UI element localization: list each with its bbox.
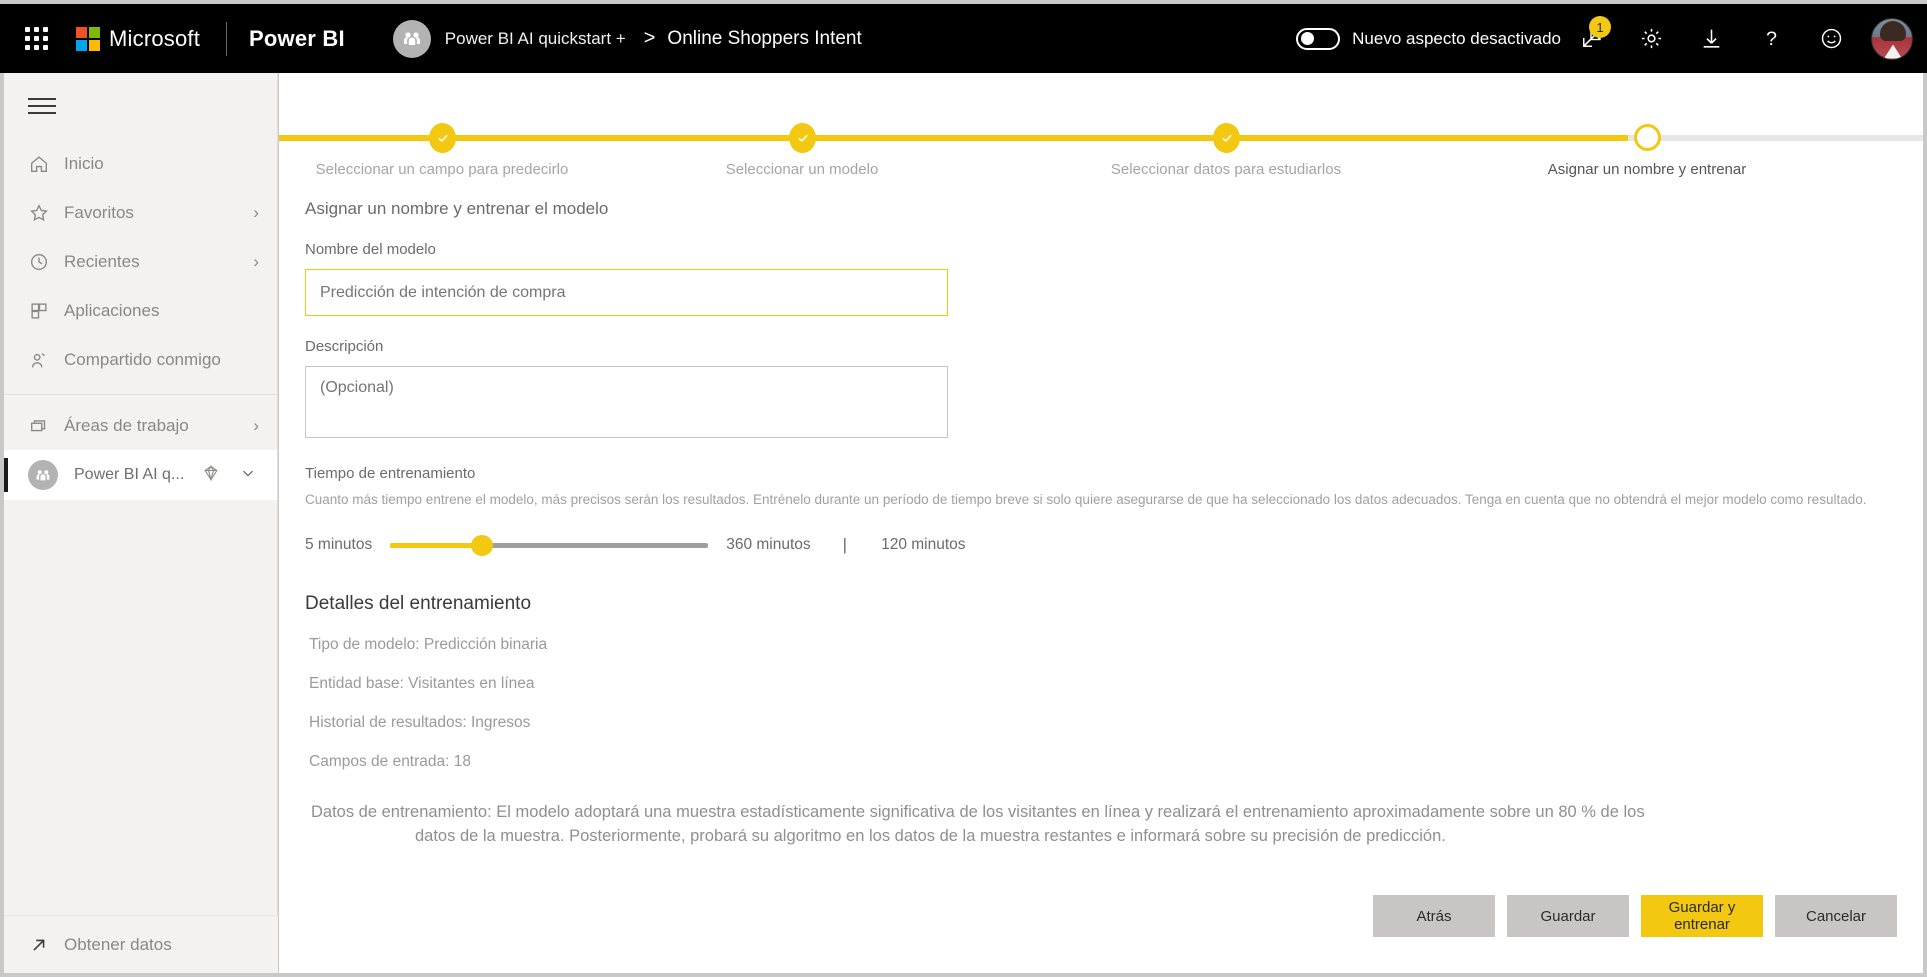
save-button[interactable]: Guardar <box>1507 895 1629 937</box>
check-icon <box>789 123 816 153</box>
workspaces-stack-icon <box>28 415 64 437</box>
model-name-input[interactable] <box>305 269 948 316</box>
slider-thumb[interactable] <box>471 534 494 556</box>
svg-text:?: ? <box>1765 28 1776 50</box>
workspace-group-icon <box>28 460 58 490</box>
back-button[interactable]: Atrás <box>1373 895 1495 937</box>
training-time-slider-row: 5 minutos 360 minutos | 120 minutos <box>305 534 1923 556</box>
training-details-title: Detalles del entrenamiento <box>305 593 532 614</box>
stepper-step-label: Seleccionar datos para estudiarlos <box>1110 161 1342 178</box>
stepper-track <box>279 135 1923 141</box>
stepper-step-label: Seleccionar un campo para predecirlo <box>315 161 569 178</box>
hamburger-menu-icon[interactable] <box>4 73 277 139</box>
training-time-title: Tiempo de entrenamiento <box>305 465 476 482</box>
notification-badge: 1 <box>1589 16 1611 38</box>
training-data-note: Datos de entrenamiento: El modelo adopta… <box>311 801 1923 849</box>
gear-icon[interactable] <box>1621 4 1681 73</box>
sidebar-item-inicio[interactable]: Inicio <box>4 139 277 188</box>
top-navigation-bar: Microsoft Power BI Power BI AI quickstar… <box>0 4 1927 73</box>
sidebar-active-workspace[interactable]: Power BI AI q... <box>4 450 277 500</box>
active-indicator <box>4 458 8 492</box>
sidebar-item-label: Áreas de trabajo <box>64 415 189 435</box>
sidebar-item-aplicaciones[interactable]: Aplicaciones <box>4 286 277 335</box>
training-data-note-line2: datos de la muestra. Posteriormente, pro… <box>415 826 1446 845</box>
check-icon <box>429 123 456 153</box>
stepper-step-label: Seleccionar un modelo <box>725 161 879 178</box>
sidebar: Inicio Favoritos › Recientes › Aplicacio… <box>4 73 278 973</box>
slider-fill <box>390 542 483 548</box>
new-look-toggle-label: Nuevo aspecto desactivado <box>1352 28 1561 48</box>
detail-outcome-history: Historial de resultados: Ingresos <box>309 714 531 731</box>
chevron-right-icon[interactable]: › <box>253 203 259 223</box>
star-icon <box>28 202 64 224</box>
wizard-stepper: Seleccionar un campo para predecirlo Sel… <box>279 91 1923 178</box>
sidebar-item-compartido-conmigo[interactable]: Compartido conmigo <box>4 335 277 384</box>
product-title[interactable]: Power BI <box>249 26 345 52</box>
help-icon[interactable]: ? <box>1741 4 1801 73</box>
arrow-up-right-icon <box>28 934 64 956</box>
microsoft-wordmark: Microsoft <box>109 25 201 51</box>
sidebar-item-label: Recientes <box>64 251 140 271</box>
check-icon <box>1213 123 1240 153</box>
diamond-icon <box>201 463 221 488</box>
avatar[interactable] <box>1871 17 1913 60</box>
chevron-right-icon[interactable]: › <box>253 252 259 272</box>
sidebar-divider <box>4 394 277 395</box>
main-content: Seleccionar un campo para predecirlo Sel… <box>279 73 1923 973</box>
workspace-group-icon <box>392 19 431 58</box>
description-textarea[interactable] <box>305 366 948 438</box>
feedback-smiley-icon[interactable] <box>1801 4 1861 73</box>
breadcrumb-separator-icon: > <box>643 27 656 49</box>
clock-icon <box>28 251 64 273</box>
apps-grid-icon <box>28 300 64 322</box>
stepper-progress-fill <box>279 135 1629 141</box>
active-workspace-label: Power BI AI q... <box>74 466 185 483</box>
sidebar-item-label: Inicio <box>64 153 104 173</box>
download-icon[interactable] <box>1681 4 1741 73</box>
home-icon <box>28 153 64 175</box>
stepper-step-label: Asignar un nombre y entrenar <box>1547 161 1747 178</box>
get-data-label: Obtener datos <box>64 934 172 954</box>
sidebar-item-label: Aplicaciones <box>64 300 160 320</box>
sidebar-item-recientes[interactable]: Recientes › <box>4 237 277 286</box>
model-name-label: Nombre del modelo <box>305 241 436 258</box>
detail-input-fields: Campos de entrada: 18 <box>309 753 471 770</box>
page-title: Asignar un nombre y entrenar el modelo <box>305 199 609 218</box>
cancel-button[interactable]: Cancelar <box>1775 895 1897 937</box>
slider-separator: | <box>842 535 848 554</box>
training-data-note-line1: Datos de entrenamiento: El modelo adopta… <box>311 803 1645 821</box>
current-step-circle-icon <box>1634 124 1661 151</box>
training-time-help-text: Cuanto más tiempo entrene el modelo, más… <box>305 492 1867 507</box>
sidebar-item-areas-de-trabajo[interactable]: Áreas de trabajo › <box>4 401 277 450</box>
microsoft-logo[interactable]: Microsoft <box>76 26 200 52</box>
breadcrumb-workspace[interactable]: Power BI AI quickstart + <box>445 29 626 49</box>
chevron-down-icon[interactable] <box>239 464 257 487</box>
sidebar-item-label: Compartido conmigo <box>64 349 221 369</box>
window-bottom-edge <box>0 973 1927 977</box>
form-action-buttons: Atrás Guardar Guardar y entrenar Cancela… <box>1361 895 1897 937</box>
breadcrumb: Power BI AI quickstart + > Online Shoppe… <box>392 19 862 58</box>
shared-person-icon <box>28 349 64 371</box>
sidebar-item-label: Favoritos <box>64 202 134 222</box>
training-time-slider[interactable] <box>390 534 709 556</box>
save-and-train-button[interactable]: Guardar y entrenar <box>1641 895 1763 937</box>
header-divider <box>226 21 228 56</box>
breadcrumb-current-item[interactable]: Online Shoppers Intent <box>667 28 861 50</box>
chevron-right-icon[interactable]: › <box>253 416 259 436</box>
description-label: Descripción <box>305 338 384 355</box>
detail-model-type: Tipo de modelo: Predicción binaria <box>309 636 548 653</box>
expand-icon[interactable]: 1 <box>1561 4 1621 73</box>
microsoft-squares-icon <box>76 26 100 51</box>
sidebar-item-favoritos[interactable]: Favoritos › <box>4 188 277 237</box>
new-look-toggle[interactable]: Nuevo aspecto desactivado <box>1296 27 1561 50</box>
header-actions: Nuevo aspecto desactivado 1 ? <box>1296 4 1927 73</box>
detail-base-entity: Entidad base: Visitantes en línea <box>309 675 535 692</box>
slider-max-label: 360 minutos <box>726 536 811 553</box>
toggle-switch[interactable] <box>1296 27 1341 50</box>
power-bi-app: Microsoft Power BI Power BI AI quickstar… <box>0 0 1927 977</box>
sidebar-get-data[interactable]: Obtener datos <box>4 915 278 973</box>
app-launcher-icon[interactable] <box>8 27 64 50</box>
slider-min-label: 5 minutos <box>305 536 373 553</box>
slider-current-value: 120 minutos <box>881 536 966 553</box>
